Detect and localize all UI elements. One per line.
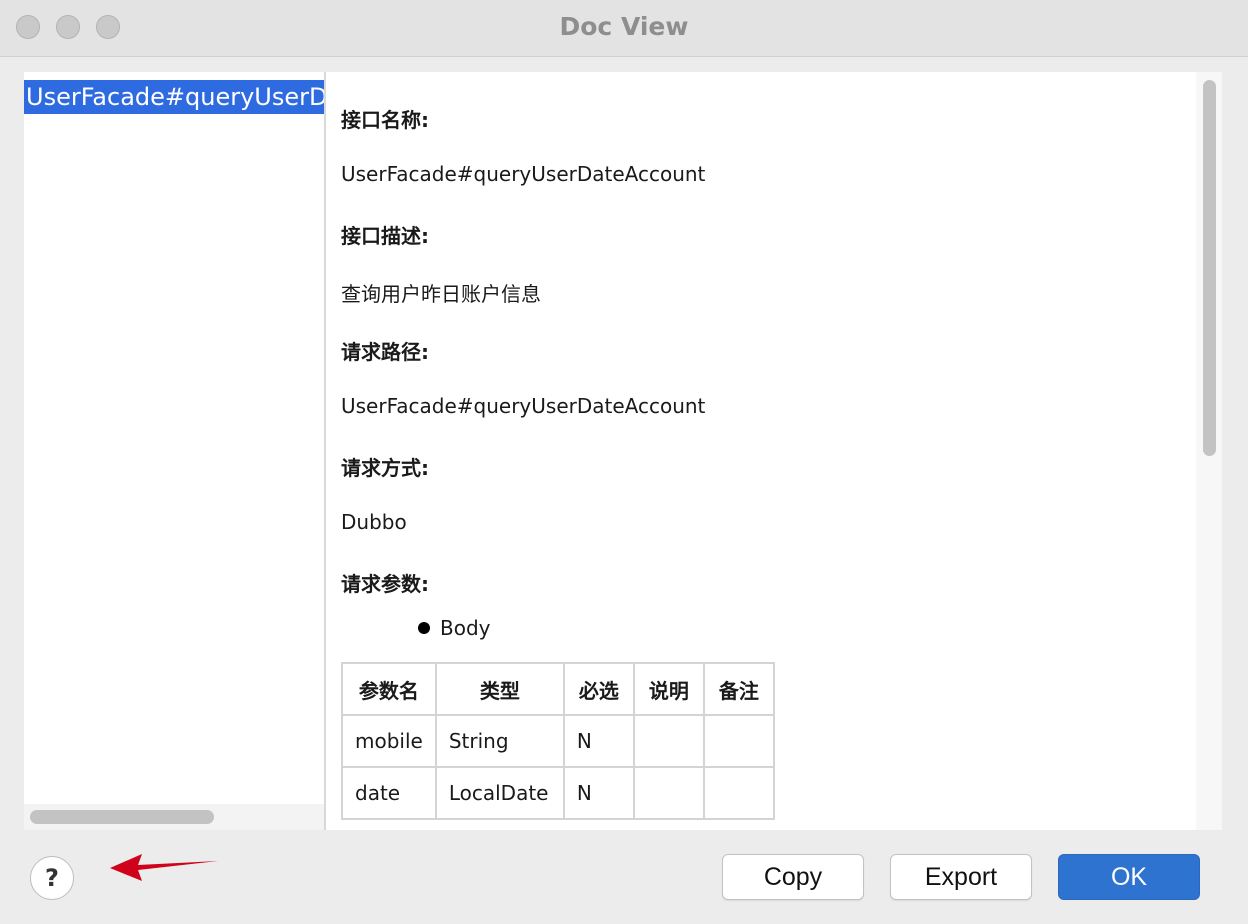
red-arrow-annotation-icon xyxy=(110,854,218,881)
table-cell xyxy=(632,766,705,820)
request-path-value: UserFacade#queryUserDateAccount xyxy=(341,394,706,418)
table-header-cell: 参数名 xyxy=(341,662,437,716)
body-list-item: Body xyxy=(418,616,491,640)
table-cell: String xyxy=(434,714,565,768)
interface-desc-value: 查询用户昨日账户信息 xyxy=(341,282,541,306)
doc-content-panel: 接口名称: UserFacade#queryUserDateAccount 接口… xyxy=(326,72,1196,830)
title-bar: Doc View xyxy=(0,0,1248,57)
params-table: 参数名 类型 必选 说明 备注 mobile String N date Loc… xyxy=(341,662,775,820)
table-cell: mobile xyxy=(341,714,437,768)
export-button[interactable]: Export xyxy=(890,854,1032,900)
table-header-cell: 必选 xyxy=(562,662,635,716)
table-row: mobile String N xyxy=(341,714,775,768)
table-header-cell: 类型 xyxy=(434,662,565,716)
bullet-icon xyxy=(418,621,430,634)
left-horizontal-scroll-thumb[interactable] xyxy=(30,810,214,824)
table-row: date LocalDate N xyxy=(341,766,775,820)
ok-button[interactable]: OK xyxy=(1058,854,1200,900)
api-list-item[interactable]: UserFacade#queryUserDateAccount xyxy=(24,80,324,114)
table-cell: date xyxy=(341,766,437,820)
table-cell: N xyxy=(562,766,635,820)
table-header-row: 参数名 类型 必选 说明 备注 xyxy=(341,662,775,716)
interface-name-value: UserFacade#queryUserDateAccount xyxy=(341,162,706,186)
body-label: Body xyxy=(440,616,491,640)
copy-button[interactable]: Copy xyxy=(722,854,864,900)
table-cell xyxy=(702,766,775,820)
table-cell: N xyxy=(562,714,635,768)
table-header-cell: 备注 xyxy=(702,662,775,716)
request-path-heading: 请求路径: xyxy=(341,340,429,364)
request-params-heading: 请求参数: xyxy=(341,572,429,596)
doc-vertical-scroll-thumb[interactable] xyxy=(1203,80,1216,456)
table-cell xyxy=(632,714,705,768)
api-list-panel: UserFacade#queryUserDateAccount xyxy=(24,72,324,830)
interface-desc-heading: 接口描述: xyxy=(341,224,429,248)
table-header-cell: 说明 xyxy=(632,662,705,716)
request-method-heading: 请求方式: xyxy=(341,456,429,480)
table-cell xyxy=(702,714,775,768)
help-button[interactable]: ? xyxy=(30,856,74,900)
request-method-value: Dubbo xyxy=(341,510,407,534)
table-cell: LocalDate xyxy=(434,766,565,820)
interface-name-heading: 接口名称: xyxy=(341,108,429,132)
window-title: Doc View xyxy=(559,12,689,41)
